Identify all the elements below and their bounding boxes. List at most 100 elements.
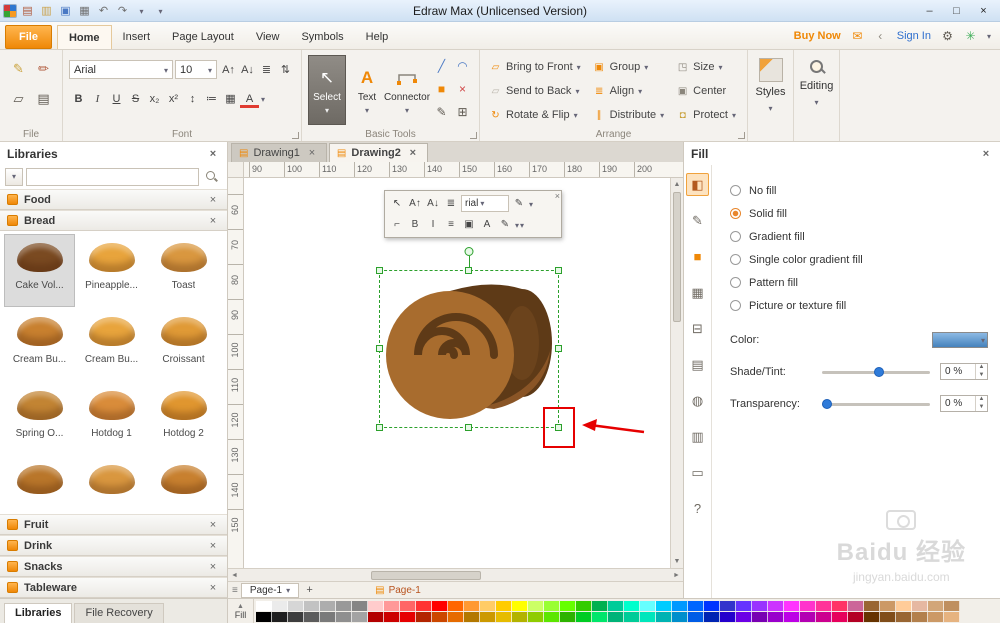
shrink-font-icon[interactable]: A↓ xyxy=(424,195,442,213)
color-swatch[interactable] xyxy=(832,611,848,622)
selection-handle-top-right[interactable] xyxy=(555,267,562,274)
settings-gear-icon[interactable]: ⚙ xyxy=(940,29,955,43)
search-options-dropdown[interactable] xyxy=(5,168,23,186)
picture-pane-icon[interactable]: ▦ xyxy=(686,281,709,304)
mail-icon[interactable]: ✉ xyxy=(850,29,865,43)
maximize-button[interactable]: □ xyxy=(943,2,970,19)
color-swatch[interactable] xyxy=(672,600,688,611)
color-swatch[interactable] xyxy=(880,600,896,611)
color-swatch[interactable] xyxy=(288,600,304,611)
color-swatch[interactable] xyxy=(560,600,576,611)
close-icon[interactable] xyxy=(305,147,319,159)
color-swatch[interactable] xyxy=(640,600,656,611)
close-icon[interactable] xyxy=(206,561,220,573)
pen-tool-icon[interactable]: ✎ xyxy=(431,102,452,121)
char-spacing-icon[interactable]: ⇅ xyxy=(276,60,295,79)
buy-now-link[interactable]: Buy Now xyxy=(794,30,841,42)
library-item[interactable]: Cream Bu... xyxy=(76,308,147,381)
color-swatch[interactable] xyxy=(384,611,400,622)
option-no-fill[interactable]: No fill xyxy=(730,179,988,202)
color-swatch[interactable] xyxy=(608,600,624,611)
transparency-value-spinner[interactable]: 0 % ▲ ▼ xyxy=(940,395,988,412)
search-button[interactable] xyxy=(202,168,222,186)
color-swatch[interactable] xyxy=(720,600,736,611)
selection-handle-top-middle[interactable] xyxy=(465,267,472,274)
color-swatch[interactable] xyxy=(592,611,608,622)
color-swatch[interactable] xyxy=(592,600,608,611)
close-icon[interactable] xyxy=(406,147,420,159)
line-color-icon[interactable]: ✎ xyxy=(496,216,514,234)
color-swatch[interactable] xyxy=(496,611,512,622)
theme-pane-icon[interactable]: ◍ xyxy=(686,389,709,412)
text-align-icon[interactable]: ≣ xyxy=(257,60,276,79)
color-swatch[interactable] xyxy=(544,600,560,611)
category-food[interactable]: Food xyxy=(0,189,227,210)
erase-tool-icon[interactable]: × xyxy=(452,79,473,98)
color-swatch[interactable] xyxy=(272,600,288,611)
redo-icon[interactable]: ↷ xyxy=(114,3,131,19)
chevron-down-icon[interactable] xyxy=(515,219,519,231)
align-button[interactable]: ≣ Align xyxy=(590,79,669,103)
scrollbar-thumb[interactable] xyxy=(371,570,481,580)
category-drink[interactable]: Drink xyxy=(0,535,227,556)
apps-icon[interactable]: ✳ xyxy=(963,29,978,43)
send-to-back-button[interactable]: ▱ Send to Back xyxy=(486,79,586,103)
mini-font-combo[interactable]: rial xyxy=(461,195,509,212)
color-swatch-button[interactable] xyxy=(932,332,988,348)
menu-tab-file[interactable]: File xyxy=(5,25,52,49)
transparency-slider[interactable] xyxy=(822,396,930,412)
curve-tool-icon[interactable]: ◠ xyxy=(452,56,473,75)
selection-handle-middle-left[interactable] xyxy=(376,345,383,352)
color-swatch[interactable] xyxy=(928,600,944,611)
bullets-button[interactable]: ≔ xyxy=(202,89,221,108)
font-color-button[interactable]: A xyxy=(240,92,259,108)
library-search-input[interactable] xyxy=(26,168,199,186)
color-swatch[interactable] xyxy=(464,600,480,611)
color-swatch[interactable] xyxy=(752,600,768,611)
font-name-combo[interactable]: Arial xyxy=(69,60,173,79)
color-swatch[interactable] xyxy=(432,611,448,622)
underline-button[interactable]: U xyxy=(107,89,126,108)
color-swatch[interactable] xyxy=(416,600,432,611)
color-swatch[interactable] xyxy=(864,600,880,611)
format-painter-icon[interactable]: ✎ xyxy=(510,195,528,213)
color-swatch[interactable] xyxy=(304,611,320,622)
comment-pane-icon[interactable]: ▭ xyxy=(686,461,709,484)
color-swatch[interactable] xyxy=(400,600,416,611)
text-tool-button[interactable]: A Text xyxy=(348,55,386,125)
color-swatch[interactable] xyxy=(544,611,560,622)
color-swatch[interactable] xyxy=(768,611,784,622)
scroll-up-icon[interactable]: ▲ xyxy=(671,178,683,191)
color-swatch[interactable] xyxy=(384,600,400,611)
protect-button[interactable]: ◘ Protect xyxy=(673,103,741,127)
color-swatch[interactable] xyxy=(448,611,464,622)
color-swatch[interactable] xyxy=(896,600,912,611)
text-color-icon[interactable]: A xyxy=(478,216,496,234)
menu-tab-help[interactable]: Help xyxy=(355,25,400,49)
library-item[interactable]: Hotdog 2 xyxy=(148,382,219,455)
brush-icon[interactable]: ✏ xyxy=(31,55,56,83)
layers-pane-icon[interactable]: ⊟ xyxy=(686,317,709,340)
color-swatch[interactable] xyxy=(848,611,864,622)
doc-tab-drawing2[interactable]: ▤ Drawing2 xyxy=(328,143,428,162)
option-picture-texture-fill[interactable]: Picture or texture fill xyxy=(730,294,988,317)
color-swatch[interactable] xyxy=(336,611,352,622)
fill-pane-collapse-button[interactable]: ▲ Fill xyxy=(228,599,254,623)
selection-box[interactable] xyxy=(376,247,562,431)
color-swatch[interactable] xyxy=(416,611,432,622)
menu-tab-page-layout[interactable]: Page Layout xyxy=(161,25,245,49)
color-swatch[interactable] xyxy=(448,600,464,611)
color-swatch[interactable] xyxy=(736,611,752,622)
menu-tab-insert[interactable]: Insert xyxy=(112,25,162,49)
color-swatch[interactable] xyxy=(688,611,704,622)
library-item[interactable]: Cake Vol... xyxy=(4,234,75,307)
library-item[interactable]: Cream Bu... xyxy=(4,308,75,381)
superscript-button[interactable]: x² xyxy=(164,89,183,108)
scrollbar-thumb[interactable] xyxy=(673,192,681,322)
color-swatch[interactable] xyxy=(720,611,736,622)
grow-font-icon[interactable]: A↑ xyxy=(406,195,424,213)
save-icon[interactable]: ▣ xyxy=(57,3,74,19)
close-icon[interactable] xyxy=(555,191,560,201)
horizontal-scrollbar[interactable]: ◄ ► xyxy=(228,568,683,581)
library-item[interactable] xyxy=(4,456,75,514)
